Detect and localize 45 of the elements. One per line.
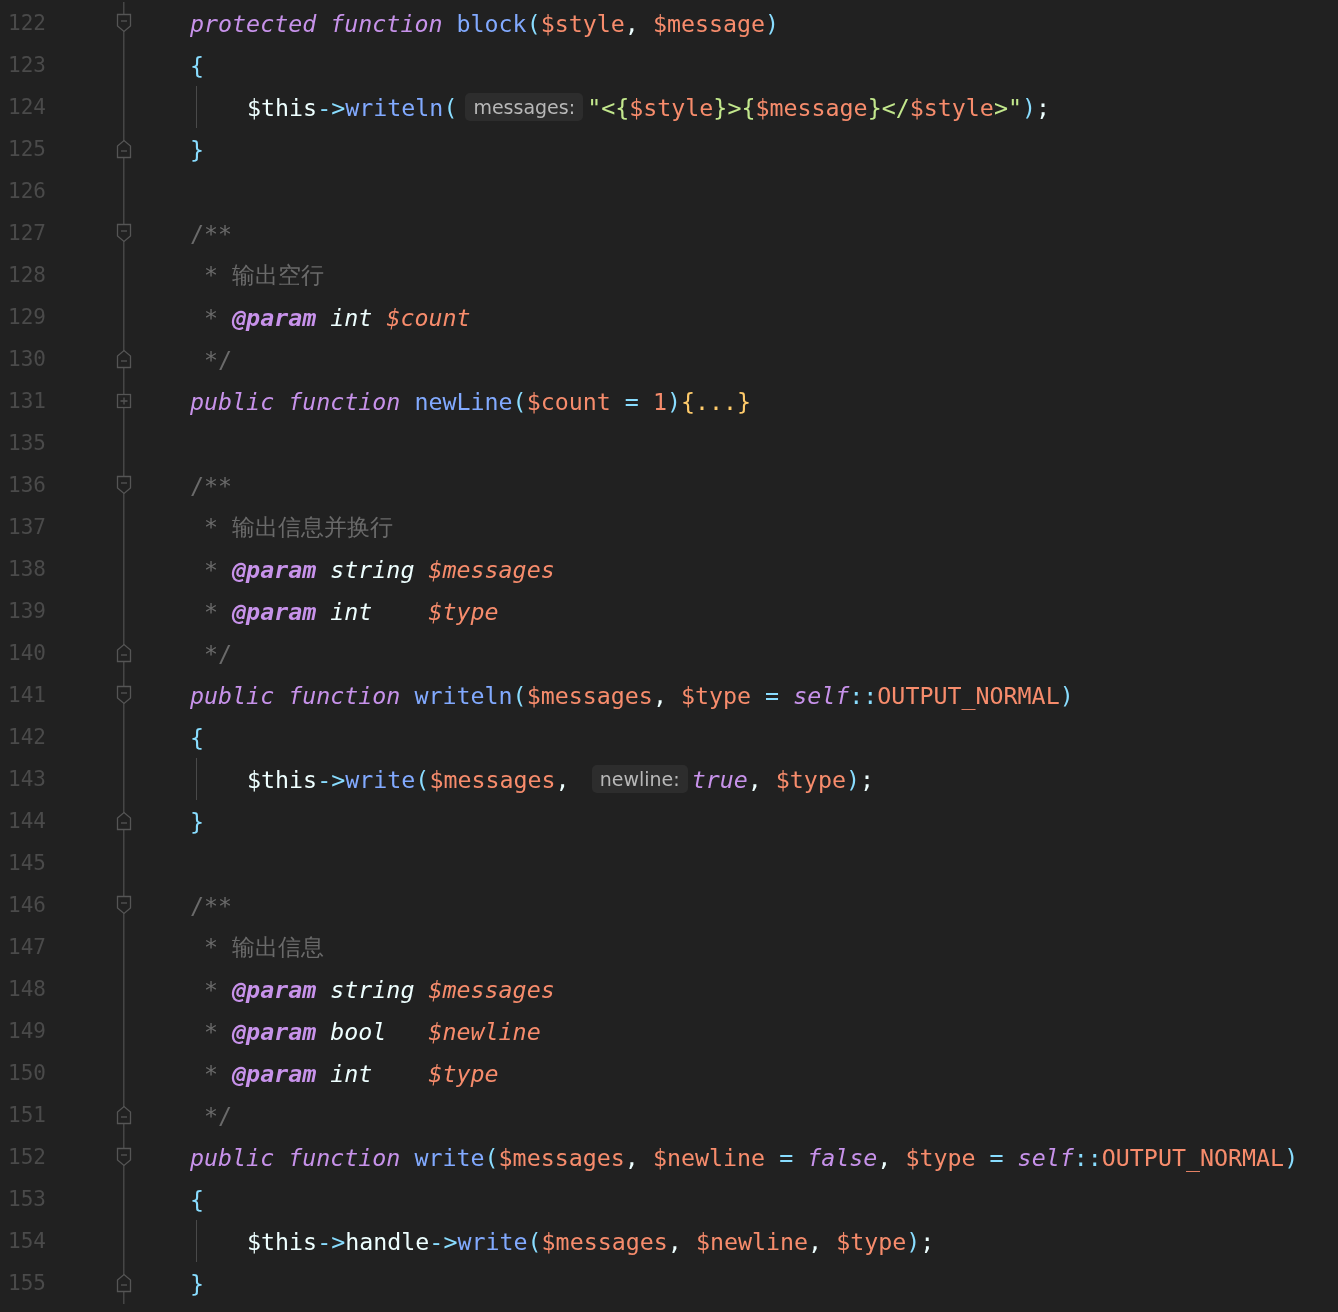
- code-text: * 输出空行: [203, 259, 325, 290]
- code-text: * @param int $count: [203, 303, 471, 331]
- code-text: * @param int $type: [203, 1059, 499, 1087]
- collapse-icon[interactable]: [116, 685, 132, 705]
- code-text: */: [203, 345, 233, 373]
- code-text: protected function block($style, $message): [190, 9, 780, 37]
- code-text: $this->writeln(: [247, 93, 458, 121]
- collapse-icon[interactable]: [116, 811, 132, 831]
- code-text: public function write($messages, $newline = false, $type = self::OUTPUT_NORMAL): [190, 1143, 1299, 1171]
- collapse-icon[interactable]: [116, 139, 132, 159]
- code-text: * 输出信息并换行: [203, 511, 394, 542]
- code-text: }: [190, 807, 205, 835]
- code-text: {: [190, 51, 205, 79]
- code-text: {: [190, 1185, 205, 1213]
- code-text: true, $type);: [691, 765, 874, 793]
- collapse-icon[interactable]: [116, 13, 132, 33]
- code-text: /**: [190, 471, 233, 499]
- code-text: /**: [190, 219, 233, 247]
- code-text: * @param bool $newline: [203, 1017, 541, 1045]
- expand-icon[interactable]: [116, 393, 132, 409]
- code-text: public function newLine($count = 1){...}: [190, 387, 752, 415]
- code-text: * @param string $messages: [203, 975, 555, 1003]
- code-text: "<{$style}>{$message}</$style>");: [587, 93, 1050, 121]
- collapse-icon[interactable]: [116, 895, 132, 915]
- collapse-icon[interactable]: [116, 1147, 132, 1167]
- collapse-icon[interactable]: [116, 1273, 132, 1293]
- collapse-icon[interactable]: [116, 475, 132, 495]
- collapse-icon[interactable]: [116, 349, 132, 369]
- collapse-icon[interactable]: [116, 223, 132, 243]
- parameter-hint: messages:: [465, 93, 584, 121]
- code-text: }: [190, 135, 205, 163]
- collapse-icon[interactable]: [116, 643, 132, 663]
- code-text: {: [190, 723, 205, 751]
- code-text: * @param int $type: [203, 597, 499, 625]
- code-text: * @param string $messages: [203, 555, 555, 583]
- code-text: }: [190, 1269, 205, 1297]
- parameter-hint: newline:: [591, 765, 688, 793]
- code-text: */: [203, 1101, 233, 1129]
- code-text: $this->handle->write($messages, $newline, $type);: [247, 1227, 935, 1255]
- code-text: public function writeln($messages, $type = self::OUTPUT_NORMAL): [190, 681, 1074, 709]
- code-text: */: [203, 639, 233, 667]
- code-text: /**: [190, 891, 233, 919]
- code-text: * 输出信息: [203, 931, 325, 962]
- collapse-icon[interactable]: [116, 1105, 132, 1125]
- code-text: $this->write($messages,: [247, 765, 571, 793]
